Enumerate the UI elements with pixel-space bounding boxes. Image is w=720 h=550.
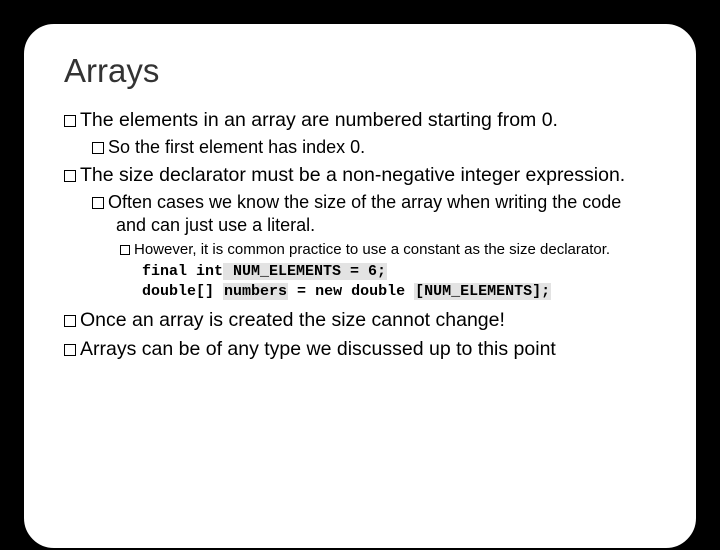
code-text: =: [288, 283, 315, 300]
bullet-level3: However, it is common practice to use a …: [120, 240, 656, 260]
code-keyword: new: [315, 283, 351, 300]
bullet-level1: The elements in an array are numbered st…: [64, 108, 656, 132]
text: The elements in an array are numbered st…: [80, 109, 558, 131]
slide-title: Arrays: [64, 52, 656, 90]
slide-frame: Arrays The elements in an array are numb…: [22, 22, 698, 550]
code-highlight: NUM_ELEMENTS = 6;: [223, 263, 387, 280]
bullet-level2: So the first element has index 0.: [92, 136, 656, 159]
square-bullet-icon: [92, 142, 104, 154]
code-highlight: numbers: [223, 283, 288, 300]
text: The size declarator must be a non-negati…: [80, 164, 625, 186]
code-text: []: [196, 283, 223, 300]
bullet-level1: The size declarator must be a non-negati…: [64, 163, 656, 187]
code-type: double: [351, 283, 414, 300]
code-line: final int NUM_ELEMENTS = 6;: [142, 262, 656, 282]
code-line: double[] numbers = new double [NUM_ELEME…: [142, 282, 656, 302]
square-bullet-icon: [64, 344, 76, 356]
text: Once an array is created the size cannot…: [80, 309, 505, 331]
code-type: double: [142, 283, 196, 300]
text: However, it is common practice to use a …: [134, 241, 610, 258]
bullet-level1: Once an array is created the size cannot…: [64, 308, 656, 332]
text: Often cases we know the size of the arra…: [108, 192, 621, 235]
square-bullet-icon: [92, 197, 104, 209]
square-bullet-icon: [120, 245, 130, 255]
square-bullet-icon: [64, 115, 76, 127]
square-bullet-icon: [64, 170, 76, 182]
text: So the first element has index 0.: [108, 137, 365, 157]
text: Arrays can be of any type we discussed u…: [80, 338, 556, 360]
code-keyword: final int: [142, 263, 223, 280]
bullet-level2: Often cases we know the size of the arra…: [92, 191, 656, 236]
bullet-level1: Arrays can be of any type we discussed u…: [64, 337, 656, 361]
code-highlight: [NUM_ELEMENTS];: [414, 283, 551, 300]
square-bullet-icon: [64, 315, 76, 327]
